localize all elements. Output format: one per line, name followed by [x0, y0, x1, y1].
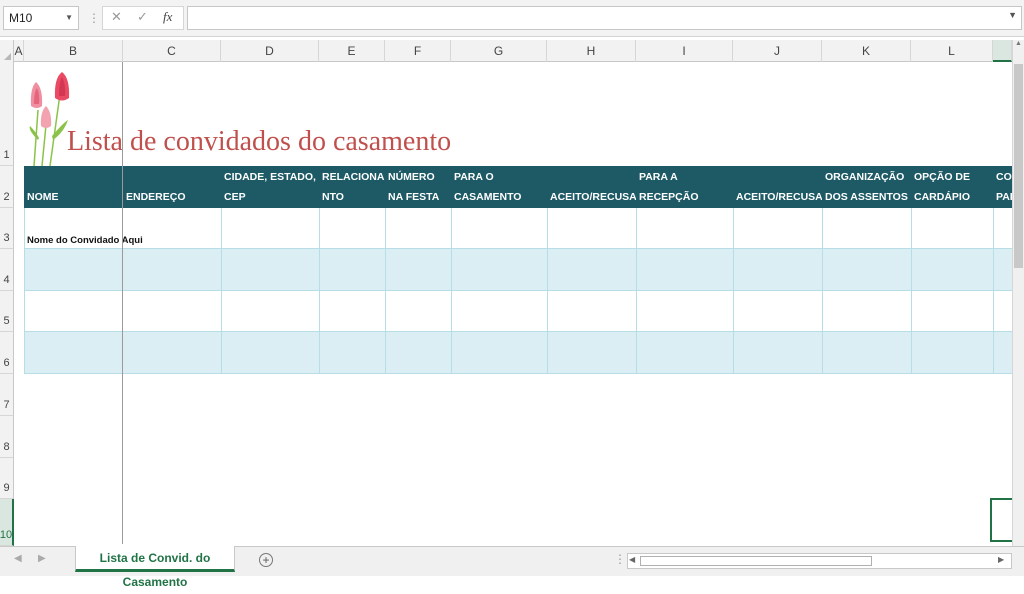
table-row[interactable] [24, 291, 1012, 332]
grid-line [451, 208, 452, 374]
sheet-tab-active[interactable]: Lista de Convid. do Casamento [75, 546, 235, 589]
column-header-c[interactable]: C [123, 40, 221, 62]
column-header-a[interactable]: A [14, 40, 24, 62]
vertical-scroll-thumb[interactable] [1014, 64, 1023, 268]
row-header-9[interactable]: 9 [0, 458, 14, 499]
cell-b3-guest-name[interactable]: Nome do Convidado Aqui [27, 235, 143, 246]
row-header-6[interactable]: 6 [0, 332, 14, 374]
formula-bar-grip-icon: ⋮ [88, 9, 100, 27]
grid-line [547, 208, 548, 374]
column-header-k[interactable]: K [822, 40, 911, 62]
cancel-icon[interactable]: ✕ [111, 9, 122, 25]
column-header-f[interactable]: F [385, 40, 451, 62]
table-row[interactable] [24, 208, 1012, 249]
header-nome[interactable]: NOME [24, 166, 123, 208]
column-header-d[interactable]: D [221, 40, 319, 62]
column-header-g[interactable]: G [451, 40, 547, 62]
chevron-down-icon[interactable]: ▼ [65, 7, 73, 29]
column-header-j[interactable]: J [733, 40, 822, 62]
header-cidade[interactable]: CIDADE, ESTADO, CEP [221, 166, 319, 208]
table-row[interactable] [24, 249, 1012, 291]
header-endereco[interactable]: ENDEREÇO [123, 166, 221, 208]
grid-line [822, 208, 823, 374]
row-header-7[interactable]: 7 [0, 374, 14, 416]
header-assentos[interactable]: ORGANIZAÇÃO DOS ASSENTOS [822, 166, 911, 208]
freeze-pane-divider [122, 62, 123, 544]
column-header-l[interactable]: L [911, 40, 993, 62]
grid-line [636, 208, 637, 374]
table-row[interactable] [24, 332, 1012, 374]
scroll-up-icon[interactable]: ▲ [1013, 40, 1024, 52]
header-cardapio[interactable]: OPÇÃO DE CARDÁPIO [911, 166, 993, 208]
previous-sheet-icon[interactable]: ◀ [14, 553, 22, 564]
column-header-h[interactable]: H [547, 40, 636, 62]
enter-icon[interactable]: ✓ [137, 9, 148, 25]
header-aceito-1[interactable]: ACEITO/RECUSADO [547, 166, 636, 208]
row-header-1[interactable]: 1 [0, 62, 14, 166]
fx-icon[interactable]: fx [163, 9, 172, 25]
select-all-button[interactable] [0, 40, 14, 62]
scroll-right-icon[interactable]: ▶ [998, 555, 1004, 564]
scroll-left-icon[interactable]: ◀ [629, 555, 635, 564]
row-header-8[interactable]: 8 [0, 416, 14, 458]
next-sheet-icon[interactable]: ▶ [38, 553, 46, 564]
row-header-2[interactable]: 2 [0, 166, 14, 208]
column-header-m[interactable] [993, 40, 1012, 62]
grid-line [993, 208, 994, 374]
row-header-4[interactable]: 4 [0, 249, 14, 291]
add-sheet-icon[interactable]: + [259, 553, 273, 567]
active-cell-m10[interactable] [990, 498, 1014, 542]
grid-line [733, 208, 734, 374]
formula-input[interactable]: ▼ [187, 6, 1022, 30]
grid-line [221, 208, 222, 374]
tab-split-handle-icon[interactable]: ⋮ [614, 552, 626, 566]
expand-formula-icon[interactable]: ▼ [1008, 10, 1017, 20]
grid-line [385, 208, 386, 374]
formula-bar-buttons: ✕ ✓ fx [102, 6, 184, 30]
header-aceito-2[interactable]: ACEITO/RECUSADO [733, 166, 822, 208]
name-box[interactable]: M10 ▼ [3, 6, 79, 30]
name-box-value: M10 [9, 11, 33, 25]
header-numero[interactable]: NÚMERO NA FESTA [385, 166, 451, 208]
grid-line [319, 208, 320, 374]
header-convidados-recepcao[interactable]: CONVIDADOS PARA A RECEPÇÃO [636, 166, 733, 208]
column-header-e[interactable]: E [319, 40, 385, 62]
column-headers: A B C D E F G H I J K L [0, 40, 1012, 62]
grid-line [24, 208, 25, 374]
row-header-10[interactable]: 10 [0, 499, 14, 546]
column-header-i[interactable]: I [636, 40, 733, 62]
header-convidados-casamento[interactable]: CONVIDADOS PARA O CASAMENTO [451, 166, 547, 208]
header-partial[interactable]: CON PAR [993, 166, 1012, 208]
grid-line [911, 208, 912, 374]
page-title: Lista de convidados do casamento [67, 126, 452, 157]
header-relacionamento[interactable]: RELACIONAME NTO [319, 166, 385, 208]
row-header-3[interactable]: 3 [0, 208, 14, 249]
column-header-b[interactable]: B [24, 40, 123, 62]
horizontal-scroll-thumb[interactable] [640, 556, 872, 566]
row-header-5[interactable]: 5 [0, 291, 14, 332]
